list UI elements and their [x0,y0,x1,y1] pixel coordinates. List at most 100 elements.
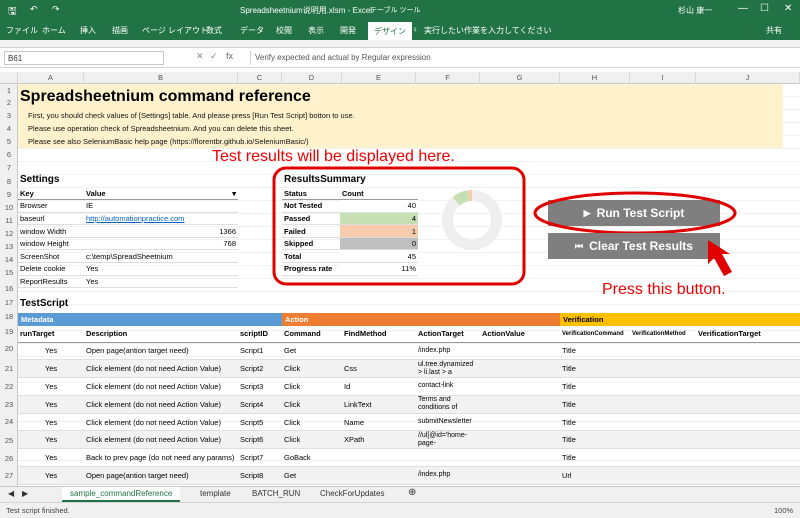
table-cell[interactable]: Get [282,342,342,361]
table-cell[interactable]: Id [342,377,416,396]
row-header[interactable]: 10 [0,203,18,212]
settings-value-num[interactable]: 1366 [212,224,238,238]
table-cell[interactable]: Css [342,359,416,379]
row-header[interactable]: 15 [0,268,18,277]
settings-value[interactable]: Yes [84,275,213,289]
table-cell[interactable]: Open page(antion target need) [84,342,238,361]
settings-value-num[interactable] [212,199,238,213]
table-cell[interactable]: /index.php [416,466,480,485]
table-cell[interactable]: LinkText [342,395,416,414]
column-header[interactable]: C [238,72,282,84]
sheet-tab[interactable]: CheckForUpdates [320,489,384,498]
zoom-level[interactable]: 100% [774,506,793,515]
column-header[interactable]: F [416,72,480,84]
table-cell[interactable] [480,430,560,450]
settings-value-num[interactable]: 768 [212,237,238,251]
table-cell[interactable]: /index.php [416,342,480,361]
minimize-icon[interactable]: — [738,3,748,14]
tab-formulas[interactable]: 数式 [206,25,222,36]
table-cell[interactable] [696,413,800,432]
table-cell[interactable]: Title [560,377,630,396]
next-sheet-icon[interactable]: ▶ [22,489,28,498]
table-cell[interactable] [480,342,560,361]
table-row[interactable]: Yes Click element (do not need Action Val… [18,359,800,379]
table-cell[interactable]: Back to prev page (do not need any param… [84,448,238,468]
formula-input[interactable]: Verify expected and actual by Regular ex… [250,51,796,65]
table-cell[interactable]: Yes [18,395,84,414]
settings-value-num[interactable] [212,212,238,226]
tab-draw[interactable]: 描画 [112,25,128,36]
tell-me-input[interactable]: 実行したい作業を入力してください [424,25,552,36]
table-cell[interactable]: Click [282,413,342,432]
table-cell[interactable] [696,448,800,468]
col-header[interactable]: Description [84,326,238,343]
table-row[interactable]: Yes Click element (do not need Action Val… [18,377,800,396]
settings-value[interactable]: c:\temp\SpreadSheetnium [84,249,213,264]
row-header[interactable]: 16 [0,284,18,293]
table-cell[interactable] [480,448,560,468]
table-cell[interactable]: Terms and conditions of [416,395,480,414]
table-cell[interactable] [696,359,800,379]
table-row[interactable]: Yes Click element (do not need Action Val… [18,395,800,414]
filter-icon[interactable]: ▾ [212,187,238,201]
table-cell[interactable] [630,395,696,414]
sheet-tab[interactable]: BATCH_RUN [252,489,300,498]
settings-value[interactable] [84,224,213,238]
table-cell[interactable] [696,395,800,414]
settings-value-num[interactable] [212,262,238,276]
table-cell[interactable] [696,430,800,450]
tab-view[interactable]: 表示 [308,25,324,36]
table-cell[interactable]: Url [560,466,630,485]
table-cell[interactable]: Title [560,395,630,414]
row-header[interactable]: 22 [0,382,18,391]
row-header[interactable]: 2 [0,98,18,107]
redo-icon[interactable]: ↷ [52,4,60,15]
table-row[interactable]: Yes Click element (do not need Action Val… [18,413,800,432]
row-header[interactable]: 14 [0,255,18,264]
table-cell[interactable]: Script5 [238,413,282,432]
table-cell[interactable]: Yes [18,377,84,396]
table-cell[interactable] [342,448,416,468]
tab-design[interactable]: デザイン [368,22,412,40]
table-cell[interactable]: ul.tree.dynamized > li.last > a [416,359,480,379]
close-icon[interactable]: ✕ [784,3,792,14]
settings-value[interactable]: Yes [84,262,213,276]
tab-data[interactable]: データ [240,25,264,36]
row-header[interactable]: 18 [0,312,18,321]
table-cell[interactable]: Get [282,466,342,485]
table-cell[interactable]: Script1 [238,342,282,361]
table-cell[interactable]: Click [282,377,342,396]
table-cell[interactable]: Yes [18,466,84,485]
row-header[interactable]: 26 [0,454,18,463]
settings-value[interactable] [84,237,213,251]
table-cell[interactable]: Script8 [238,466,282,485]
settings-header-value[interactable]: Value [84,187,213,201]
table-row[interactable]: ReportResults Yes [18,275,238,289]
table-row[interactable]: ScreenShot c:\temp\SpreadSheetnium [18,249,238,264]
col-header[interactable]: VerificationTarget [696,326,800,343]
row-header[interactable]: 12 [0,229,18,238]
tab-page-layout[interactable]: ページ レイアウト [142,25,208,36]
table-cell[interactable] [480,413,560,432]
settings-value-num[interactable] [212,249,238,264]
table-cell[interactable] [630,413,696,432]
table-cell[interactable] [342,466,416,485]
table-cell[interactable]: Script7 [238,448,282,468]
table-cell[interactable]: Script3 [238,377,282,396]
table-cell[interactable]: submitNewsletter [416,413,480,432]
table-cell[interactable]: Yes [18,448,84,468]
table-cell[interactable]: Yes [18,413,84,432]
table-cell[interactable]: Click [282,430,342,450]
table-row[interactable]: baseurl http://automationpractice.com [18,212,238,226]
row-header[interactable]: 9 [0,190,18,199]
tab-home[interactable]: ホーム [42,25,66,36]
row-header[interactable]: 8 [0,177,18,186]
table-cell[interactable]: Script4 [238,395,282,414]
table-row[interactable]: Yes Back to prev page (do not need any pa… [18,448,800,468]
table-row[interactable]: Browser IE [18,199,238,213]
table-cell[interactable] [630,342,696,361]
table-cell[interactable] [480,377,560,396]
settings-header-key[interactable]: Key [18,187,84,201]
table-cell[interactable]: Click element (do not need Action Value) [84,395,238,414]
table-cell[interactable]: Title [560,413,630,432]
